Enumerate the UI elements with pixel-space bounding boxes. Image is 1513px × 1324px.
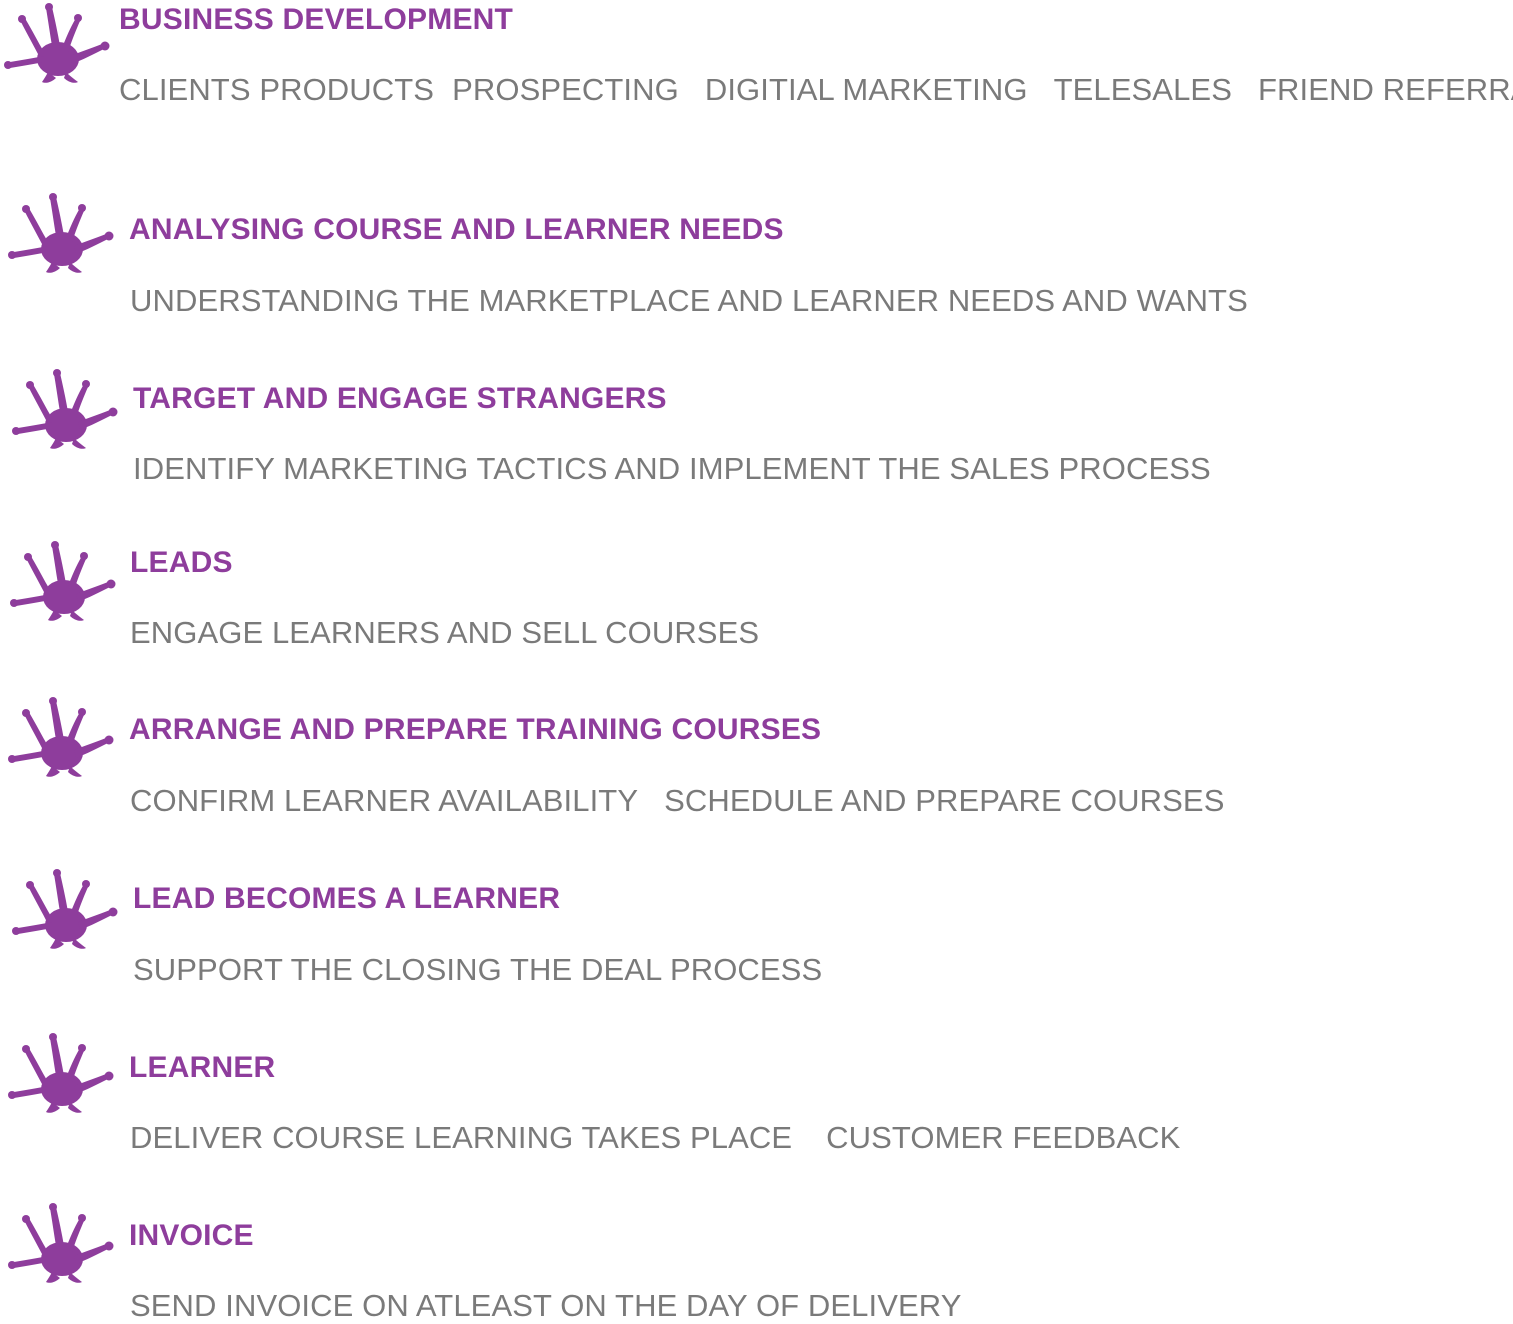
step-heading: ANALYSING COURSE AND LEARNER NEEDS: [129, 213, 784, 246]
step-detail: CLIENTS PRODUCTS PROSPECTING DIGITIAL MARK…: [119, 72, 1513, 108]
step-detail: UNDERSTANDING THE MARKETPLACE AND LEARNE…: [130, 283, 1248, 319]
detail-item: ENGAGE LEARNERS AND SELL COURSES: [130, 615, 760, 650]
purple-splat-icon: [4, 2, 110, 86]
purple-splat-icon: [8, 696, 114, 780]
step-detail: DELIVER COURSE LEARNING TAKES PLACE CUSTO…: [130, 1120, 1180, 1156]
detail-item: SUPPORT THE CLOSING THE DEAL PROCESS: [133, 952, 823, 987]
purple-splat-icon: [12, 868, 118, 952]
purple-splat-icon: [10, 540, 116, 624]
step-heading: LEAD BECOMES A LEARNER: [133, 882, 561, 915]
purple-splat-icon: [8, 192, 114, 276]
detail-item: DIGITIAL MARKETING: [704, 72, 1028, 107]
detail-item: CONFIRM LEARNER AVAILABILITY: [130, 783, 639, 818]
step-heading: INVOICE: [129, 1219, 254, 1252]
purple-splat-icon: [12, 368, 118, 452]
detail-item: PROSPECTING: [452, 72, 679, 107]
step-heading: LEARNER: [129, 1051, 276, 1084]
step-detail: CONFIRM LEARNER AVAILABILITY SCHEDULE AND…: [130, 783, 1224, 819]
detail-item: FRIEND REFERRALS: [1257, 72, 1513, 107]
step-detail: ENGAGE LEARNERS AND SELL COURSES: [130, 615, 759, 651]
detail-item: SCHEDULE AND PREPARE COURSES: [664, 783, 1225, 818]
step-heading: ARRANGE AND PREPARE TRAINING COURSES: [129, 713, 822, 746]
page: { "colors": { "heading": "#8e3d9c", "det…: [0, 0, 1513, 1323]
detail-item: DELIVER COURSE LEARNING TAKES PLACE: [130, 1120, 793, 1155]
step-detail: SEND INVOICE ON ATLEAST ON THE DAY OF DE…: [130, 1288, 962, 1324]
detail-item: UNDERSTANDING THE MARKETPLACE AND LEARNE…: [130, 283, 1248, 318]
step-heading: BUSINESS DEVELOPMENT: [119, 3, 514, 36]
purple-splat-icon: [8, 1202, 114, 1286]
purple-splat-icon: [8, 1032, 114, 1116]
detail-item: CLIENTS PRODUCTS: [119, 72, 435, 107]
step-detail: IDENTIFY MARKETING TACTICS AND IMPLEMENT…: [133, 451, 1211, 487]
detail-item: CUSTOMER FEEDBACK: [826, 1120, 1181, 1155]
step-heading: TARGET AND ENGAGE STRANGERS: [133, 382, 667, 415]
detail-item: IDENTIFY MARKETING TACTICS AND IMPLEMENT…: [133, 451, 1211, 486]
step-heading: LEADS: [130, 546, 233, 579]
detail-item: SEND INVOICE ON ATLEAST ON THE DAY OF DE…: [130, 1288, 962, 1323]
step-detail: SUPPORT THE CLOSING THE DEAL PROCESS: [133, 952, 822, 988]
detail-item: TELESALES: [1053, 72, 1232, 107]
